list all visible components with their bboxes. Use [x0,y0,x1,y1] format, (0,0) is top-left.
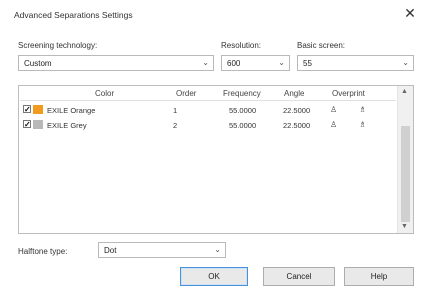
column-header-frequency: Frequency [223,89,261,98]
frequency-value: 55.0000 [229,121,257,130]
row-checkbox[interactable]: ✓ [23,105,31,114]
color-swatch [33,105,43,114]
color-name: EXILE Orange [47,106,96,115]
color-name: EXILE Grey [47,121,87,130]
order-value: 2 [173,121,178,130]
separations-list[interactable]: Color Order Frequency Angle Overprint ✓ … [18,85,414,234]
halftone-type-value: Dot [104,246,117,255]
chevron-down-icon: ⌄ [402,58,409,67]
overprint-fill-icon[interactable]: ♙ [330,120,337,129]
chevron-down-icon: ⌄ [202,58,209,67]
resolution-value: 600 [227,59,241,68]
close-icon[interactable]: ✕ [402,5,418,21]
frequency-value: 55.0000 [229,106,257,115]
angle-value: 22.5000 [283,121,311,130]
resolution-dropdown[interactable]: 600 ⌄ [221,55,290,71]
column-header-order: Order [176,89,197,98]
cancel-button[interactable]: Cancel [263,267,335,286]
halftone-type-dropdown[interactable]: Dot ⌄ [98,242,226,258]
column-header-overprint: Overprint [332,89,365,98]
basic-screen-label: Basic screen: [297,41,346,50]
chevron-down-icon: ⌄ [214,245,221,254]
header-divider [20,100,396,101]
scroll-down-icon[interactable]: ▼ [401,223,408,230]
window-title: Advanced Separations Settings [14,10,133,20]
halftone-type-label: Halftone type: [18,247,68,256]
ok-button[interactable]: OK [180,267,248,286]
screening-technology-dropdown[interactable]: Custom ⌄ [18,55,214,71]
help-button[interactable]: Help [344,267,414,286]
column-header-angle: Angle [284,89,305,98]
overprint-outline-icon[interactable]: ♗ [359,105,366,114]
vertical-scrollbar[interactable]: ▲ ▼ [397,86,413,233]
color-swatch [33,120,43,129]
angle-value: 22.5000 [283,106,311,115]
resolution-label: Resolution: [221,41,262,50]
screening-technology-value: Custom [24,59,52,68]
chevron-down-icon: ⌄ [278,58,285,67]
basic-screen-dropdown[interactable]: 55 ⌄ [297,55,414,71]
row-checkbox[interactable]: ✓ [23,120,31,129]
order-value: 1 [173,106,178,115]
overprint-outline-icon[interactable]: ♗ [359,120,366,129]
scroll-up-icon[interactable]: ▲ [401,88,408,95]
basic-screen-value: 55 [303,59,312,68]
screening-technology-label: Screening technology: [18,41,98,50]
scrollbar-thumb[interactable] [401,126,410,222]
column-header-color: Color [95,89,115,98]
title-bar: Advanced Separations Settings ✕ [0,0,423,26]
overprint-fill-icon[interactable]: ♙ [330,105,337,114]
